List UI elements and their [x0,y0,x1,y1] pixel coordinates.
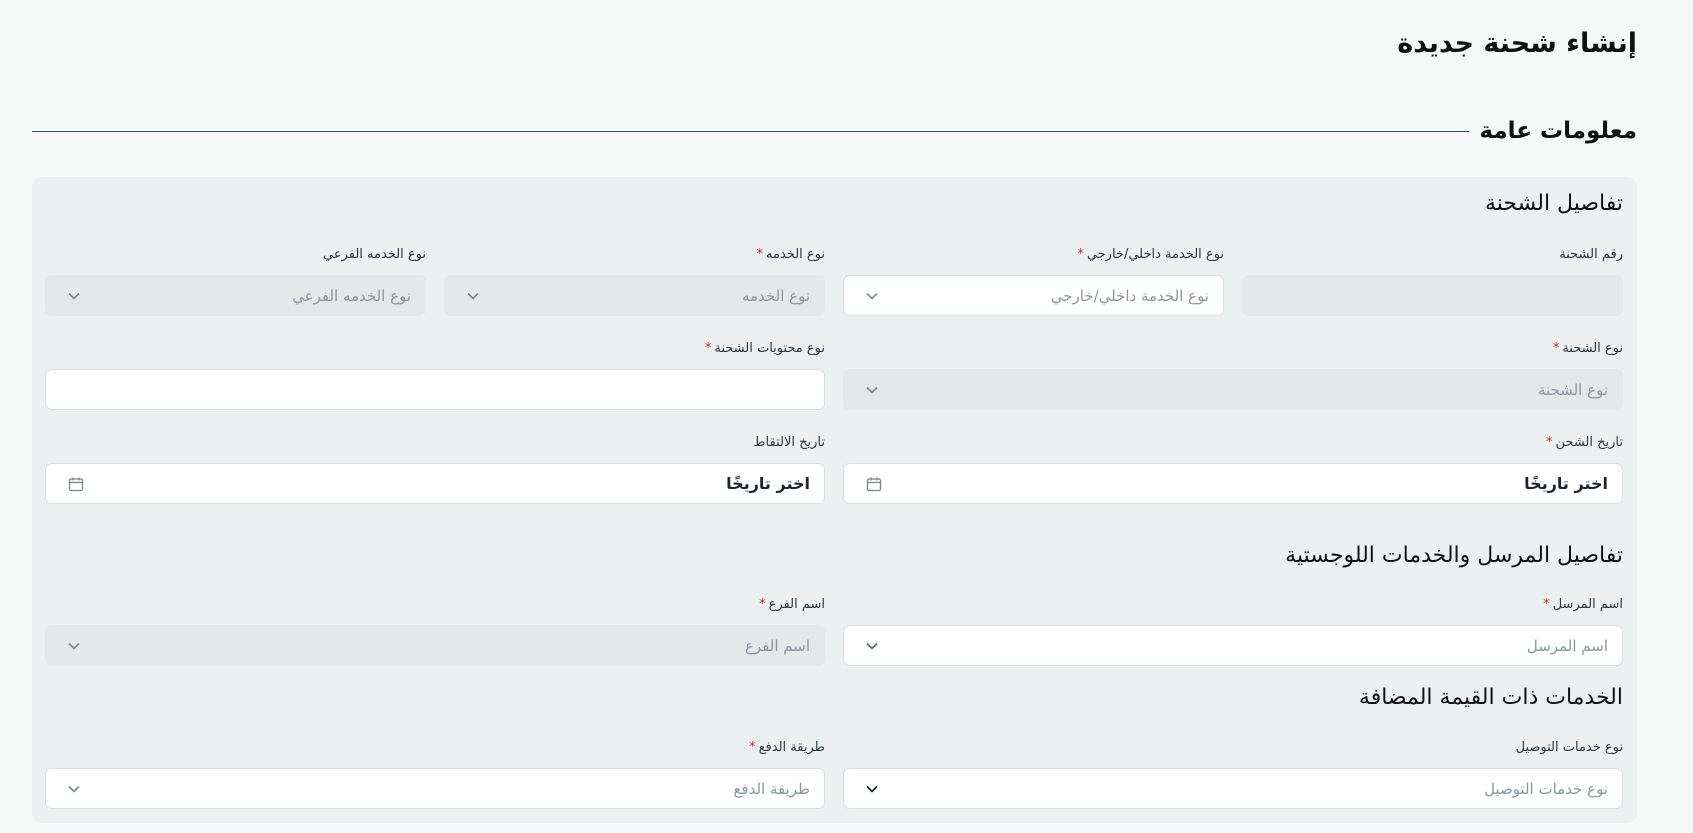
sub-service-type-field: نوع الخدمه الفرعي نوع الخدمه الفرعي [45,247,426,317]
ship-date-picker[interactable]: اختر تاريخًا [843,463,1623,504]
chevron-down-icon [866,384,878,396]
sender-name-field: اسم المرسل* اسم المرسل [843,597,1623,667]
sub-service-type-label: نوع الخدمه الفرعي [323,247,426,262]
service-scope-placeholder: نوع الخدمة داخلي/خارجي [1050,286,1209,305]
shipment-number-label: رقم الشحنة [1559,247,1623,262]
payment-method-label: طريقة الدفع* [749,740,825,755]
payment-method-select[interactable]: طريقة الدفع [45,768,825,809]
chevron-down-icon [866,640,878,652]
pickup-date-value: اختر تاريخًا [726,474,810,493]
chevron-down-icon [866,290,878,302]
contents-type-label: نوع محتويات الشحنة* [704,341,825,356]
delivery-services-select[interactable]: نوع خدمات التوصيل [843,768,1623,809]
create-shipment-page: إنشاء شحنة جديدة معلومات عامة تفاصيل الش… [0,0,1693,833]
ship-date-value: اختر تاريخًا [1524,474,1608,493]
chevron-down-icon [68,640,80,652]
sender-details-title: تفاصيل المرسل والخدمات اللوجستية [1285,543,1623,568]
branch-name-select[interactable]: اسم الفرع [45,625,825,666]
delivery-services-field: نوع خدمات التوصيل نوع خدمات التوصيل [843,740,1623,810]
sender-name-select[interactable]: اسم المرسل [843,625,1623,666]
service-scope-field: نوع الخدمة داخلي/خارجي* نوع الخدمة داخلي… [843,247,1224,317]
section-title: معلومات عامة [1479,118,1637,144]
ship-date-field: تاريخ الشحن* اختر تاريخًا [843,435,1623,505]
shipment-type-label: نوع الشحنة* [1552,341,1623,356]
service-type-label: نوع الخدمه* [756,247,825,262]
branch-name-field: اسم الفرع* اسم الفرع [45,597,825,667]
section-divider [32,130,1470,132]
branch-name-label: اسم الفرع* [759,597,825,612]
shipment-type-select[interactable]: نوع الشحنة [843,369,1623,410]
sub-service-type-placeholder: نوع الخدمه الفرعي [292,286,411,305]
shipment-type-placeholder: نوع الشحنة [1537,380,1608,399]
sender-name-placeholder: اسم المرسل [1526,636,1608,655]
delivery-services-label: نوع خدمات التوصيل [1515,740,1623,755]
chevron-down-icon [68,783,80,795]
shipment-details-title: تفاصيل الشحنة [1484,191,1623,216]
service-type-field: نوع الخدمه* نوع الخدمه [444,247,825,317]
calendar-icon[interactable] [866,476,882,492]
pickup-date-label: تاريخ الالتقاط [753,435,825,450]
service-scope-label: نوع الخدمة داخلي/خارجي* [1077,247,1224,262]
service-type-select[interactable]: نوع الخدمه [444,275,825,316]
shipment-type-field: نوع الشحنة* نوع الشحنة [843,341,1623,411]
sender-name-label: اسم المرسل* [1543,597,1623,612]
payment-method-field: طريقة الدفع* طريقة الدفع [45,740,825,810]
sub-service-type-select[interactable]: نوع الخدمه الفرعي [45,275,426,316]
payment-method-placeholder: طريقة الدفع [733,779,810,798]
general-info-section-header: معلومات عامة [32,118,1637,144]
branch-name-placeholder: اسم الفرع [744,636,810,655]
delivery-services-placeholder: نوع خدمات التوصيل [1484,779,1608,798]
ship-date-label: تاريخ الشحن* [1546,435,1623,450]
service-scope-select[interactable]: نوع الخدمة داخلي/خارجي [843,275,1224,316]
pickup-date-field: تاريخ الالتقاط اختر تاريخًا [45,435,825,505]
page-title: إنشاء شحنة جديدة [1397,28,1637,59]
contents-type-input[interactable] [45,369,825,410]
calendar-icon[interactable] [68,476,84,492]
service-type-placeholder: نوع الخدمه [741,286,810,305]
value-added-title: الخدمات ذات القيمة المضافة [1358,685,1623,710]
chevron-down-icon [68,290,80,302]
shipment-form-card: تفاصيل الشحنة رقم الشحنة نوع الخدمة داخل… [32,177,1637,823]
shipment-number-input[interactable] [1242,275,1623,316]
shipment-number-field: رقم الشحنة [1242,247,1623,317]
contents-type-field: نوع محتويات الشحنة* [45,341,825,411]
chevron-down-icon [467,290,479,302]
pickup-date-picker[interactable]: اختر تاريخًا [45,463,825,504]
chevron-down-icon [866,783,878,795]
